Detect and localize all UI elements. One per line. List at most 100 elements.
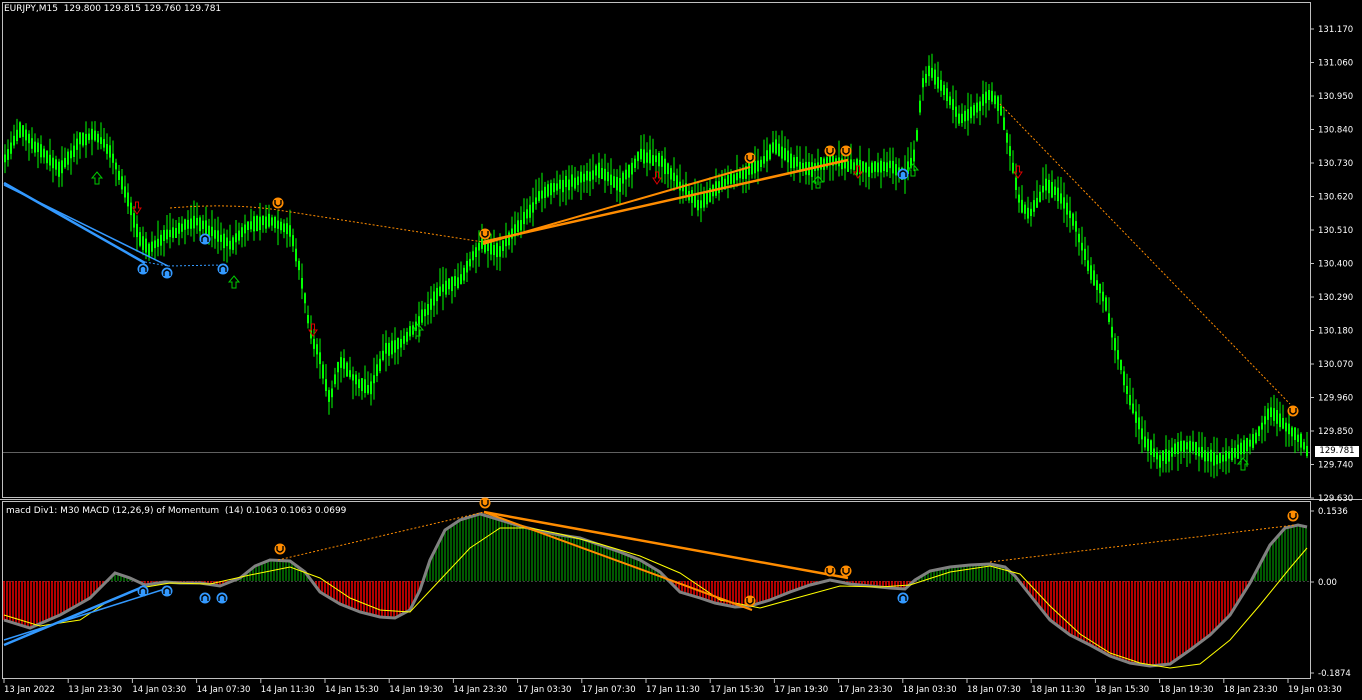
candle-body [421, 309, 423, 323]
bear-div-dotted [169, 205, 484, 243]
candle-body [754, 161, 756, 174]
candle-body [181, 223, 183, 232]
candle-body [271, 217, 273, 226]
candle-body [583, 173, 585, 182]
candle-body [553, 183, 555, 193]
candle-body [1078, 233, 1080, 243]
candle-body [1150, 440, 1152, 455]
candle-body [1231, 448, 1233, 461]
orange-circle-down-icon [272, 197, 284, 209]
indicator-axis: 0.1536 0.00 -0.1874 [1310, 507, 1351, 679]
candle-body [1237, 444, 1239, 459]
chart-window[interactable]: 131.170 131.060 130.950 130.840 130.730 130.6… [0, 0, 1362, 700]
candle-body [334, 374, 336, 385]
candle-body [226, 237, 228, 247]
indicator-tick-label: -0.1874 [1318, 669, 1351, 679]
candle-body [343, 358, 345, 369]
orange-circle-down-icon [840, 145, 852, 157]
candle-body [70, 150, 72, 159]
candle-body [1171, 447, 1173, 457]
time-tick-label: 17 Jan 11:30 [646, 685, 700, 695]
candle-body [1006, 132, 1008, 143]
candle-body [1099, 283, 1101, 294]
candle-body [673, 172, 675, 181]
candle-body [970, 106, 972, 119]
candle-body [766, 150, 768, 162]
candle-body [1303, 442, 1305, 450]
blue-circle-up-icon [199, 592, 211, 604]
candle-body [790, 153, 792, 169]
candle-body [1228, 451, 1230, 459]
candle-body [676, 175, 678, 189]
candle-body [733, 174, 735, 184]
candle-body [436, 287, 438, 302]
candle-body [556, 183, 558, 191]
candle-body [1195, 442, 1197, 456]
candle-body [862, 161, 864, 173]
price-chart[interactable]: 131.170 131.060 130.950 130.840 130.730 130.6… [0, 0, 1362, 700]
candle-body [1273, 408, 1275, 421]
candle-body [160, 234, 162, 246]
candle-body [940, 79, 942, 91]
candle-body [1129, 395, 1131, 406]
candle-body [511, 228, 513, 239]
candle-body [922, 78, 924, 88]
time-tick-label: 17 Jan 03:30 [518, 685, 572, 695]
candle-body [649, 149, 651, 164]
candle-body [736, 173, 738, 181]
candle-body [1000, 105, 1002, 116]
candle-body [1138, 417, 1140, 430]
candle-body [217, 230, 219, 242]
candle-body [1114, 338, 1116, 351]
price-tick-label: 129.630 [1318, 494, 1353, 504]
candle-body [775, 139, 777, 154]
candle-body [79, 132, 81, 145]
candle-body [67, 151, 69, 165]
price-tick-label: 130.290 [1318, 293, 1353, 303]
time-tick-label: 14 Jan 19:30 [389, 685, 443, 695]
candle-body [1246, 438, 1248, 452]
candle-body [10, 142, 12, 154]
time-tick-label: 17 Jan 15:30 [710, 685, 764, 695]
candle-body [1297, 434, 1299, 442]
candle-body [1306, 445, 1308, 457]
candle-body [202, 220, 204, 230]
candle-body [889, 160, 891, 169]
candle-body [760, 159, 762, 167]
candle-body [19, 122, 21, 138]
candle-body [1285, 422, 1287, 432]
candle-body [934, 69, 936, 85]
candle-body [109, 145, 111, 158]
candle-body [433, 291, 435, 306]
candle-body [703, 193, 705, 208]
candle-body [505, 238, 507, 247]
candle-body [409, 326, 411, 337]
time-tick-label: 18 Jan 07:30 [967, 685, 1021, 695]
time-tick-label: 17 Jan 19:30 [774, 685, 828, 695]
candle-body [1063, 197, 1065, 209]
candle-body [1300, 433, 1302, 448]
candle-body [721, 176, 723, 189]
candle-body [1009, 146, 1011, 156]
candle-body [1141, 428, 1143, 440]
time-tick-label: 19 Jan 03:30 [1288, 685, 1342, 695]
price-tick-label: 129.740 [1318, 461, 1353, 471]
candle-body [250, 221, 252, 230]
candle-body [58, 161, 60, 177]
candle-body [628, 164, 630, 178]
candle-body [358, 379, 360, 389]
candle-body [1186, 442, 1188, 450]
candle-body [211, 226, 213, 237]
candle-body [376, 364, 378, 376]
candle-body [340, 357, 342, 368]
candle-body [988, 90, 990, 100]
candle-body [163, 230, 165, 241]
candle-body [1075, 221, 1077, 232]
time-tick-label: 14 Jan 07:30 [197, 685, 251, 695]
indicator-tick-label: 0.1536 [1318, 507, 1348, 517]
candle-body [1039, 191, 1041, 202]
candle-body [1276, 410, 1278, 424]
candle-body [865, 162, 867, 173]
time-tick-label: 17 Jan 07:30 [582, 685, 636, 695]
candle-body [847, 161, 849, 172]
